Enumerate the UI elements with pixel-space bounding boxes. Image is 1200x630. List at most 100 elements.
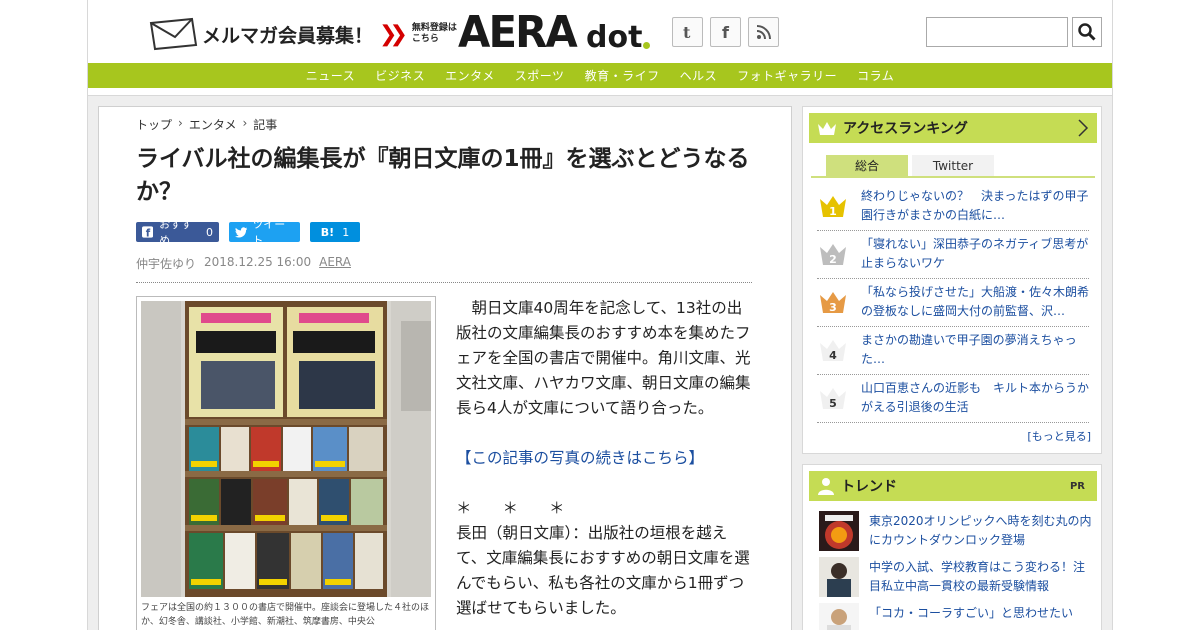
ranking-item-text[interactable]: 終わりじゃないの？ 決まったはずの甲子園行きがまさかの白紙に… xyxy=(861,187,1091,225)
article-photo[interactable] xyxy=(141,301,431,597)
ranking-item[interactable]: 2 「寝れない」深田恭子のネガティブ思考が止まらないワケ xyxy=(817,231,1089,279)
ranking-item[interactable]: 4 まさかの勘違いで甲子園の夢消えちゃった… xyxy=(817,327,1089,375)
tweet-button[interactable]: ツイート xyxy=(229,218,300,247)
facebook-share-button[interactable]: f おすすめ 0 xyxy=(136,218,219,247)
tab-twitter[interactable]: Twitter xyxy=(912,155,994,176)
svg-text:t: t xyxy=(683,24,691,40)
article-paragraph-2: 長田（朝日文庫）：出版社の垣根を越えて、文庫編集長におすすめの朝日文庫を選んでも… xyxy=(456,524,750,617)
asterisk-separator: ＊ ＊ ＊ xyxy=(456,499,565,517)
site-logo[interactable]: AERA dot xyxy=(458,7,651,58)
facebook-button[interactable]: f xyxy=(710,17,741,47)
hatena-icon: B! xyxy=(320,225,335,239)
tab-overall[interactable]: 総合 xyxy=(826,155,908,176)
ranking-item-text[interactable]: 「私なら投げさせた」大船渡・佐々木朗希の登板なしに盛岡大付の前監督、沢… xyxy=(861,283,1091,321)
trend-item[interactable]: 中学の入試、学校教育はこう変わる！注目私立中高一貫校の最新受験情報 xyxy=(819,557,1091,601)
rank-number: 4 xyxy=(829,349,837,362)
svg-text:f: f xyxy=(722,24,730,40)
article-title: ライバル社の編集長が『朝日文庫の1冊』を選ぶとどうなるか？ xyxy=(136,146,750,205)
trend-title: トレンド xyxy=(841,479,897,495)
author: 仲宇佐ゆり xyxy=(136,257,197,271)
photo-caption: フェアは全国の約１３００の書店で開催中。座談会に登場した４社のほか、幻冬舎、講談… xyxy=(141,603,430,627)
source-link[interactable]: AERA xyxy=(319,255,351,272)
trend-thumbnail xyxy=(819,557,859,597)
access-ranking-title: アクセスランキング xyxy=(843,121,968,137)
facebook-icon: f xyxy=(722,24,730,40)
article: トップ › エンタメ › 記事 ライバル社の編集長が『朝日文庫の1冊』を選ぶとど… xyxy=(98,106,792,630)
article-body: 朝日文庫40周年を記念して、13社の出版社の文庫編集長のおすすめ本を集めたフェア… xyxy=(456,296,756,621)
trend-thumbnail xyxy=(819,511,859,551)
twitter-button[interactable]: t xyxy=(672,17,703,47)
nav-item-entertainment[interactable]: エンタメ xyxy=(445,67,495,84)
mailmag-label: メルマガ会員募集！ xyxy=(202,24,374,47)
trend-item-text[interactable]: 「コカ・コーラすごい」と思わせたい xyxy=(869,604,1093,623)
breadcrumb-entertainment[interactable]: エンタメ xyxy=(189,116,237,133)
photo-continue-link[interactable]: 【この記事の写真の続きはこちら】 xyxy=(456,446,756,471)
rank-1-crown-icon: 1 xyxy=(820,196,846,218)
mailmag-banner[interactable]: メルマガ会員募集！ ❯❯ 無料登録はこちら xyxy=(148,14,462,54)
ranking-tabs: 総合 Twitter xyxy=(826,155,998,176)
crown-icon xyxy=(818,122,836,135)
rank-4-crown-icon: 4 xyxy=(820,340,846,362)
nav-item-health[interactable]: ヘルス xyxy=(680,67,718,84)
twitter-icon: t xyxy=(683,24,691,40)
article-photo-box: フェアは全国の約１３００の書店で開催中。座談会に登場した４社のほか、幻冬舎、講談… xyxy=(136,296,436,630)
ranking-item[interactable]: 1 終わりじゃないの？ 決まったはずの甲子園行きがまさかの白紙に… xyxy=(817,183,1089,231)
chevron-right-icon: › xyxy=(178,116,183,130)
search-icon xyxy=(1078,23,1096,41)
ranking-item[interactable]: 3 「私なら投げさせた」大船渡・佐々木朗希の登板なしに盛岡大付の前監督、沢… xyxy=(817,279,1089,327)
ranking-item-text[interactable]: 山口百恵さんの近影も キルト本からうかがえる引退後の生活 xyxy=(861,379,1091,417)
ranking-item-text[interactable]: まさかの勘違いで甲子園の夢消えちゃった… xyxy=(861,331,1091,369)
rank-number: 5 xyxy=(829,397,837,410)
rank-3-crown-icon: 3 xyxy=(820,292,846,314)
trend-header: トレンド PR xyxy=(809,471,1097,501)
facebook-icon: f xyxy=(142,226,154,238)
chevron-right-icon xyxy=(1078,119,1089,137)
tweet-label: ツイート xyxy=(252,218,286,247)
breadcrumb-top[interactable]: トップ xyxy=(136,116,172,133)
rank-number: 3 xyxy=(829,301,837,314)
trend-item-text[interactable]: 中学の入試、学校教育はこう変わる！注目私立中高一貫校の最新受験情報 xyxy=(869,558,1093,596)
facebook-share-label: おすすめ xyxy=(159,218,193,247)
trend-item[interactable]: 東京2020オリンピックへ時を刻む丸の内にカウントダウンロック登場 xyxy=(819,511,1093,555)
search-input[interactable] xyxy=(926,17,1068,47)
svg-text:f: f xyxy=(146,229,151,238)
access-ranking-header[interactable]: アクセスランキング xyxy=(809,113,1097,143)
site-header: メルマガ会員募集！ ❯❯ 無料登録はこちら AERA dot t f xyxy=(88,0,1112,63)
person-icon xyxy=(818,478,834,495)
publish-datetime: 2018.12.25 16:00 xyxy=(204,255,312,269)
breadcrumb: トップ › エンタメ › 記事 xyxy=(136,116,283,133)
chevron-right-icon: › xyxy=(242,116,248,130)
hatena-bookmark-button[interactable]: B! 1 xyxy=(310,222,360,242)
logo-main-text: AERA xyxy=(458,7,578,58)
nav-item-education[interactable]: 教育・ライフ xyxy=(585,67,660,84)
trend-item[interactable]: 「コカ・コーラすごい」と思わせたい xyxy=(819,603,1091,630)
breadcrumb-current: 記事 xyxy=(253,118,278,132)
logo-dot-mark xyxy=(643,42,651,49)
rank-number: 1 xyxy=(829,205,837,218)
share-buttons: f おすすめ 0 ツイート B! 1 xyxy=(136,218,370,247)
rss-button[interactable] xyxy=(748,17,779,47)
double-chevron-icon: ❯❯ xyxy=(379,21,408,47)
trend-thumbnail xyxy=(819,603,859,630)
search-button[interactable] xyxy=(1072,17,1102,47)
article-meta: 仲宇佐ゆり 2018.12.25 16:00 AERA xyxy=(136,255,359,272)
ranking-item-text[interactable]: 「寝れない」深田恭子のネガティブ思考が止まらないワケ xyxy=(861,235,1091,273)
rank-5-crown-icon: 5 xyxy=(820,388,846,410)
main-area: トップ › エンタメ › 記事 ライバル社の編集長が『朝日文庫の1冊』を選ぶとど… xyxy=(88,95,1112,630)
global-nav: ニュース ビジネス エンタメ スポーツ 教育・ライフ ヘルス フォトギャラリー … xyxy=(88,63,1112,88)
trend-item-text[interactable]: 東京2020オリンピックへ時を刻む丸の内にカウントダウンロック登場 xyxy=(869,512,1093,550)
mailmag-sub-label: 無料登録はこちら xyxy=(411,23,457,44)
article-paragraph-1: 朝日文庫40周年を記念して、13社の出版社の文庫編集長のおすすめ本を集めたフェア… xyxy=(456,299,751,417)
twitter-bird-icon xyxy=(235,226,248,238)
ranking-more-link[interactable]: [もっと見る] xyxy=(1027,428,1091,444)
rank-number: 2 xyxy=(829,253,837,266)
nav-item-news[interactable]: ニュース xyxy=(306,67,355,84)
envelope-icon xyxy=(148,17,198,51)
nav-item-photo[interactable]: フォトギャラリー xyxy=(737,67,837,84)
nav-item-column[interactable]: コラム xyxy=(857,67,894,84)
nav-item-business[interactable]: ビジネス xyxy=(375,67,425,84)
facebook-share-count: 0 xyxy=(206,225,213,239)
ranking-item[interactable]: 5 山口百恵さんの近影も キルト本からうかがえる引退後の生活 xyxy=(817,375,1089,423)
tab-underline xyxy=(811,176,1095,178)
nav-item-sports[interactable]: スポーツ xyxy=(515,67,565,84)
